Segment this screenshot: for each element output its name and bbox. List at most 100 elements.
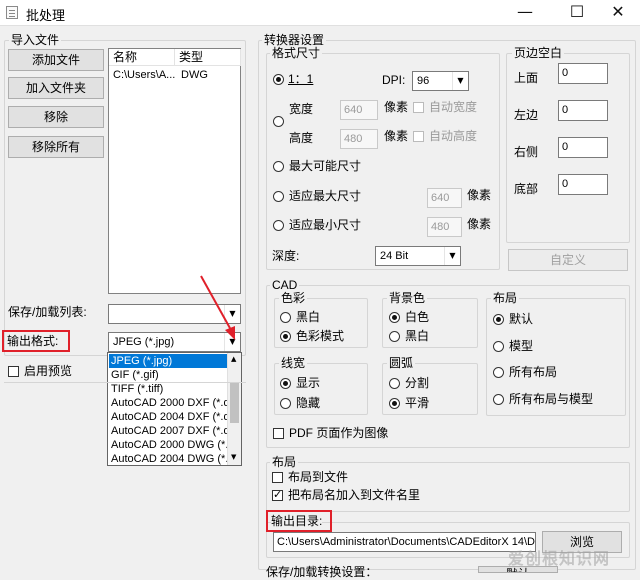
table-row[interactable]: C:\Users\A... DWG bbox=[109, 68, 240, 84]
layout-file-title: 布局 bbox=[270, 455, 299, 469]
color-bw-radio[interactable] bbox=[280, 312, 291, 323]
remove-all-button[interactable]: 移除所有 bbox=[8, 136, 104, 158]
background-bw-radio[interactable] bbox=[389, 331, 400, 342]
arc-split-radio[interactable] bbox=[389, 378, 400, 389]
layout-all-model-radio[interactable] bbox=[493, 394, 504, 405]
pdf-as-image-label: PDF 页面作为图像 bbox=[289, 426, 389, 440]
format-option[interactable]: JPEG (*.jpg) bbox=[109, 354, 227, 368]
arc-smooth-radio[interactable] bbox=[389, 398, 400, 409]
width-input[interactable]: 640 bbox=[340, 100, 378, 120]
remove-button[interactable]: 移除 bbox=[8, 106, 104, 128]
depth-select[interactable]: 24 Bit ▼ bbox=[375, 246, 461, 266]
fit-min-input[interactable]: 480 bbox=[427, 217, 462, 237]
arc-split-label: 分割 bbox=[405, 376, 430, 390]
fit-max-radio[interactable] bbox=[273, 191, 284, 202]
height-input[interactable]: 480 bbox=[340, 129, 378, 149]
custom-size-radio[interactable] bbox=[273, 116, 284, 127]
save-load-list-label: 保存/加载列表: bbox=[8, 305, 87, 319]
auto-width-checkbox[interactable] bbox=[413, 102, 424, 113]
add-layout-name-label: 把布局名加入到文件名里 bbox=[288, 488, 421, 502]
column-header-name[interactable]: 名称 bbox=[109, 49, 175, 66]
chevron-down-icon: ▼ bbox=[444, 247, 460, 265]
height-label: 高度 bbox=[289, 131, 314, 145]
background-white-label: 白色 bbox=[405, 310, 430, 324]
column-header-type[interactable]: 类型 bbox=[175, 49, 241, 66]
add-folder-button[interactable]: 加入文件夹 bbox=[8, 77, 104, 99]
add-file-button[interactable]: 添加文件 bbox=[8, 49, 104, 71]
output-format-value: JPEG (*.jpg) bbox=[113, 336, 175, 348]
arc-smooth-label: 平滑 bbox=[405, 396, 430, 410]
file-type-cell: DWG bbox=[181, 69, 208, 81]
enable-preview-checkbox[interactable] bbox=[8, 366, 19, 377]
one-to-one-radio[interactable] bbox=[273, 74, 284, 85]
close-button[interactable]: ✕ bbox=[596, 0, 640, 26]
fit-min-radio[interactable] bbox=[273, 220, 284, 231]
arc-title: 圆弧 bbox=[387, 356, 416, 370]
layout-to-file-checkbox[interactable] bbox=[272, 472, 283, 483]
output-dir-label: 输出目录: bbox=[271, 513, 323, 529]
watermark: 爱创根知识网 bbox=[508, 551, 611, 568]
depth-label: 深度: bbox=[272, 249, 300, 263]
app-icon bbox=[6, 6, 18, 19]
color-mode-label: 色彩模式 bbox=[296, 329, 345, 343]
background-title: 背景色 bbox=[387, 291, 428, 305]
fit-max-label: 适应最大尺寸 bbox=[289, 189, 362, 203]
file-list[interactable]: 名称 类型 C:\Users\A... DWG bbox=[108, 48, 241, 294]
chevron-down-icon: ▼ bbox=[452, 72, 468, 90]
background-white-radio[interactable] bbox=[389, 312, 400, 323]
layout-model-label: 模型 bbox=[509, 339, 534, 353]
margin-left-input[interactable]: 0 bbox=[558, 100, 608, 121]
background-bw-label: 黑白 bbox=[405, 329, 430, 343]
max-possible-label: 最大可能尺寸 bbox=[289, 159, 362, 173]
margin-bottom-input[interactable]: 0 bbox=[558, 174, 608, 195]
layout-default-label: 默认 bbox=[509, 312, 534, 326]
color-bw-label: 黑白 bbox=[296, 310, 321, 324]
preview-area bbox=[4, 382, 246, 568]
output-dir-input[interactable]: C:\Users\Administrator\Documents\CADEdit… bbox=[273, 532, 536, 552]
fit-min-unit-label: 像素 bbox=[467, 217, 492, 231]
layout-options-title: 布局 bbox=[491, 291, 520, 305]
pdf-as-image-checkbox[interactable] bbox=[273, 428, 284, 439]
height-unit-label: 像素 bbox=[384, 129, 409, 143]
dpi-select[interactable]: 96 ▼ bbox=[412, 71, 469, 91]
one-to-one-label: 1：1 bbox=[288, 72, 314, 86]
lineweight-show-label: 显示 bbox=[296, 376, 321, 390]
layout-all-radio[interactable] bbox=[493, 367, 504, 378]
dpi-label: DPI: bbox=[382, 73, 406, 87]
save-load-settings-label: 保存/加载转换设置： bbox=[266, 565, 378, 579]
margin-right-label: 右侧 bbox=[514, 145, 539, 159]
margin-left-label: 左边 bbox=[514, 108, 539, 122]
scroll-up-icon[interactable]: ▲ bbox=[231, 355, 236, 363]
file-name-cell: C:\Users\A... bbox=[113, 69, 176, 81]
width-label: 宽度 bbox=[289, 102, 314, 116]
fit-max-input[interactable]: 640 bbox=[427, 188, 462, 208]
lineweight-hide-radio[interactable] bbox=[280, 398, 291, 409]
maximize-button[interactable]: ☐ bbox=[554, 0, 600, 26]
margin-bottom-label: 底部 bbox=[514, 182, 539, 196]
auto-width-label: 自动宽度 bbox=[429, 100, 478, 114]
import-files-title: 导入文件 bbox=[9, 33, 62, 47]
auto-height-checkbox[interactable] bbox=[413, 131, 424, 142]
margin-top-input[interactable]: 0 bbox=[558, 63, 608, 84]
lineweight-show-radio[interactable] bbox=[280, 378, 291, 389]
layout-model-radio[interactable] bbox=[493, 341, 504, 352]
margin-top-label: 上面 bbox=[514, 71, 539, 85]
title-bar: 批处理 — ☐ ✕ bbox=[0, 0, 640, 26]
add-layout-name-checkbox[interactable] bbox=[272, 488, 283, 501]
max-possible-radio[interactable] bbox=[273, 161, 284, 172]
lineweight-title: 线宽 bbox=[279, 356, 308, 370]
arrow-annotation-icon bbox=[200, 275, 235, 340]
layout-all-model-label: 所有布局与模型 bbox=[509, 392, 594, 406]
margins-title: 页边空白 bbox=[512, 46, 565, 60]
layout-all-label: 所有布局 bbox=[509, 365, 558, 379]
minimize-button[interactable]: — bbox=[502, 0, 548, 26]
depth-value: 24 Bit bbox=[380, 250, 409, 262]
format-size-title: 格式尺寸 bbox=[270, 46, 323, 60]
custom-button[interactable]: 自定义 bbox=[508, 249, 628, 271]
layout-default-radio[interactable] bbox=[493, 314, 504, 325]
output-format-label: 输出格式: bbox=[7, 334, 59, 348]
format-option[interactable]: GIF (*.gif) bbox=[109, 368, 227, 382]
color-mode-radio[interactable] bbox=[280, 331, 291, 342]
lineweight-hide-label: 隐藏 bbox=[296, 396, 321, 410]
margin-right-input[interactable]: 0 bbox=[558, 137, 608, 158]
